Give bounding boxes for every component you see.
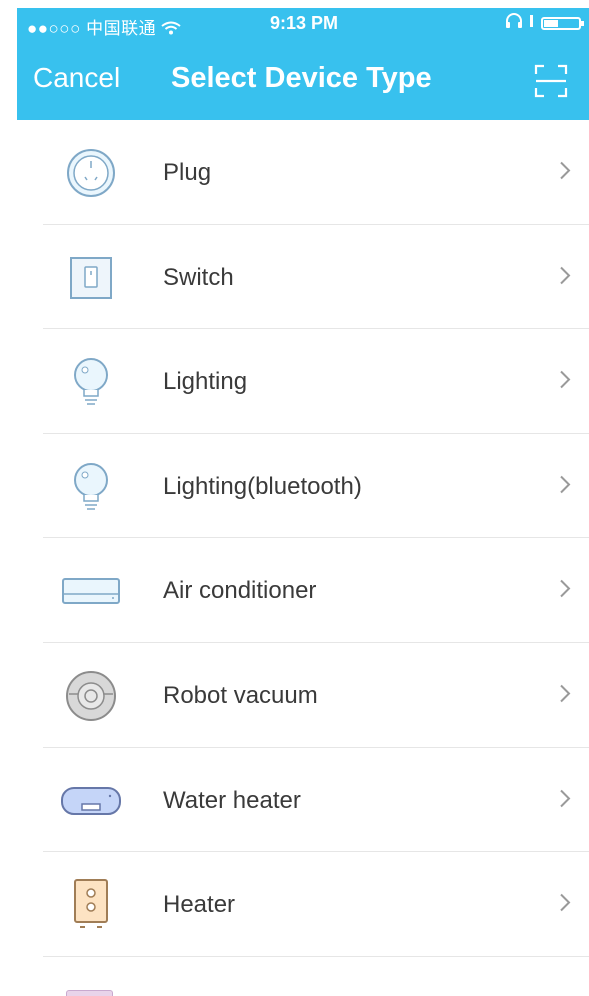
air-conditioner-icon [60, 560, 122, 622]
status-bar: ●●○○○ 中国联通 9:13 PM [17, 8, 589, 42]
carrier-signal: ●●○○○ 中国联通 [27, 14, 181, 39]
device-label: Water heater [163, 786, 301, 814]
device-label: Robot vacuum [163, 681, 318, 709]
chevron-right-icon [559, 160, 571, 185]
page-title: Select Device Type [171, 62, 432, 94]
plug-icon [60, 142, 122, 204]
device-label: Switch [163, 263, 234, 291]
device-row-plug[interactable]: Plug [0, 120, 589, 225]
device-label: Lighting [163, 367, 248, 395]
carrier-label: ●●○○○ 中国联通 [27, 19, 157, 38]
device-row-lighting-bluetooth[interactable]: Lighting(bluetooth) [0, 434, 589, 539]
status-time: 9:13 PM [270, 13, 339, 33]
status-right [505, 13, 584, 34]
chevron-right-icon [559, 578, 571, 603]
top-strip [0, 0, 589, 8]
chevron-right-icon [559, 265, 571, 290]
scan-icon[interactable] [533, 63, 569, 99]
divider [43, 956, 589, 957]
battery-icon [541, 17, 584, 30]
header: ●●○○○ 中国联通 9:13 PM Cancel Select Device … [17, 8, 589, 120]
robot-vacuum-icon [60, 665, 122, 727]
device-row-water-heater[interactable]: Water heater [0, 748, 589, 853]
device-row-robot-vacuum[interactable]: Robot vacuum [0, 643, 589, 748]
chevron-right-icon [559, 892, 571, 917]
device-row-air-conditioner[interactable]: Air conditioner [0, 538, 589, 643]
device-label: Plug [163, 158, 212, 186]
device-label: Heater [163, 890, 236, 918]
headphones-icon [505, 13, 523, 34]
device-row-heater[interactable]: Heater [0, 852, 589, 957]
device-row-lighting[interactable]: Lighting [0, 329, 589, 434]
chevron-right-icon [559, 369, 571, 394]
partial-device-icon [66, 990, 113, 996]
device-label: Air conditioner [163, 576, 317, 604]
chevron-right-icon [559, 788, 571, 813]
bulb-icon [60, 351, 122, 413]
bluetooth-bulb-icon [60, 456, 122, 518]
nav-bar: Cancel Select Device Type [17, 48, 589, 118]
switch-icon [60, 247, 122, 309]
chevron-right-icon [559, 683, 571, 708]
chevron-right-icon [559, 474, 571, 499]
water-heater-icon [60, 770, 122, 832]
heater-icon [60, 874, 122, 936]
device-row-switch[interactable]: Switch [0, 225, 589, 330]
lock-rotation-icon [529, 14, 535, 33]
cancel-button[interactable]: Cancel [33, 62, 120, 94]
wifi-icon [161, 19, 181, 38]
device-label: Lighting(bluetooth) [163, 472, 362, 500]
